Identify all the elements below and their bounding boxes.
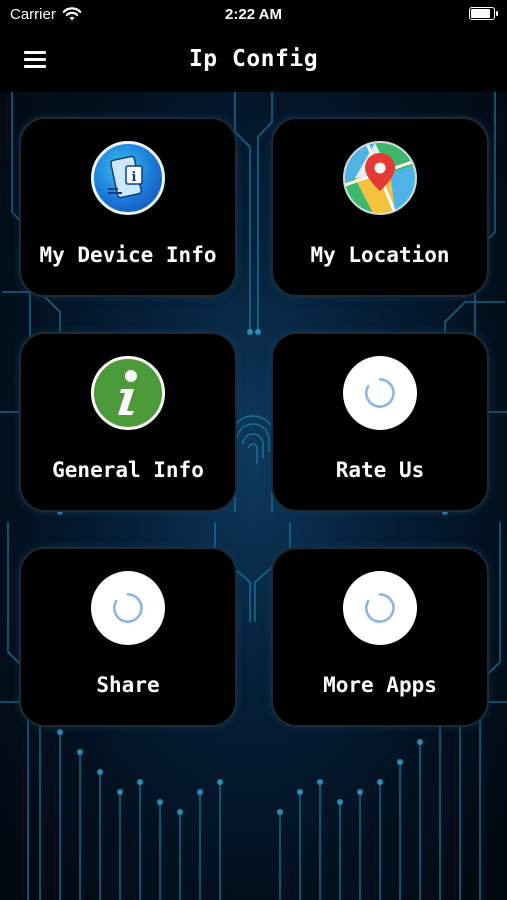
- loading-spinner-icon: [343, 356, 417, 430]
- info-icon: [91, 356, 165, 430]
- my-location-button[interactable]: My Location: [271, 117, 489, 297]
- share-button[interactable]: Share: [19, 547, 237, 727]
- tile-label: Rate Us: [335, 458, 425, 482]
- device-info-icon: i: [91, 141, 165, 215]
- clock: 2:22 AM: [225, 6, 282, 23]
- tile-label: My Location: [310, 243, 450, 267]
- tile-label: More Apps: [323, 673, 437, 697]
- page-title: Ip Config: [188, 46, 319, 72]
- tile-label: General Info: [52, 458, 204, 482]
- svg-text:i: i: [132, 170, 137, 185]
- fingerprint-icon: [230, 415, 276, 464]
- loading-spinner-icon: [343, 571, 417, 645]
- status-bar: Carrier 2:22 AM: [0, 0, 507, 30]
- loading-spinner-icon: [91, 571, 165, 645]
- tile-label: Share: [96, 673, 160, 697]
- battery-icon: [469, 7, 498, 20]
- rate-us-button[interactable]: Rate Us: [271, 332, 489, 512]
- tile-label: My Device Info: [39, 243, 217, 267]
- map-location-pin-icon: [343, 141, 417, 215]
- navigation-bar: Ip Config: [0, 30, 507, 92]
- my-device-info-button[interactable]: i My Device Info: [19, 117, 237, 297]
- general-info-button[interactable]: General Info: [19, 332, 237, 512]
- more-apps-button[interactable]: More Apps: [271, 547, 489, 727]
